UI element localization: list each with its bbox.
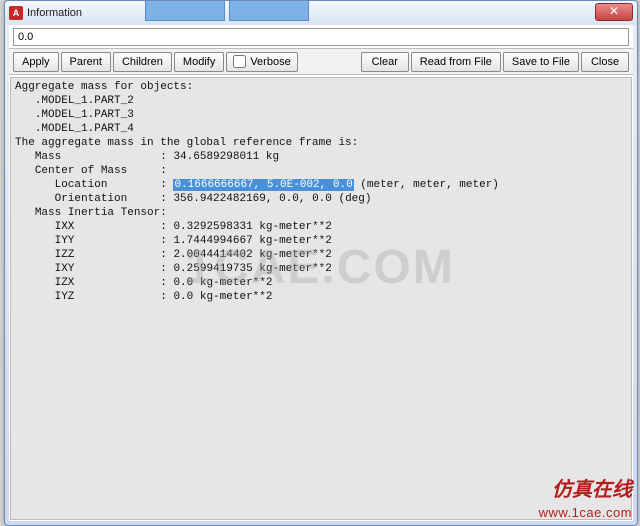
output-panel[interactable]: Aggregate mass for objects: .MODEL_1.PAR… xyxy=(10,77,632,520)
read-from-file-button[interactable]: Read from File xyxy=(411,52,501,72)
verbose-label: Verbose xyxy=(250,56,290,68)
command-input[interactable] xyxy=(13,28,629,46)
verbose-checkbox[interactable] xyxy=(233,55,246,68)
background-tab-1[interactable] xyxy=(145,1,225,21)
footer-url: www.1cae.com xyxy=(539,505,632,520)
verbose-toggle[interactable]: Verbose xyxy=(226,52,297,72)
output-text[interactable]: Aggregate mass for objects: .MODEL_1.PAR… xyxy=(11,78,631,306)
command-row xyxy=(9,25,633,49)
children-button[interactable]: Children xyxy=(113,52,172,72)
background-tab-2[interactable] xyxy=(229,1,309,21)
footer-chinese: 仿真在线 xyxy=(552,473,632,502)
apply-button[interactable]: Apply xyxy=(13,52,59,72)
modify-button[interactable]: Modify xyxy=(174,52,224,72)
selected-location-value[interactable]: 0.1666666667, 5.0E-002, 0.0 xyxy=(173,179,353,191)
app-icon: A xyxy=(9,6,23,20)
info-window: A Information ✕ Apply Parent Children Mo… xyxy=(4,0,638,526)
close-button[interactable]: Close xyxy=(581,52,629,72)
clear-button[interactable]: Clear xyxy=(361,52,409,72)
toolbar: Apply Parent Children Modify Verbose Cle… xyxy=(9,49,633,75)
window-title: Information xyxy=(27,7,82,19)
save-to-file-button[interactable]: Save to File xyxy=(503,52,579,72)
parent-button[interactable]: Parent xyxy=(61,52,111,72)
window-close-button[interactable]: ✕ xyxy=(595,3,633,21)
window-body: Apply Parent Children Modify Verbose Cle… xyxy=(9,25,633,521)
titlebar[interactable]: A Information ✕ xyxy=(5,1,637,25)
